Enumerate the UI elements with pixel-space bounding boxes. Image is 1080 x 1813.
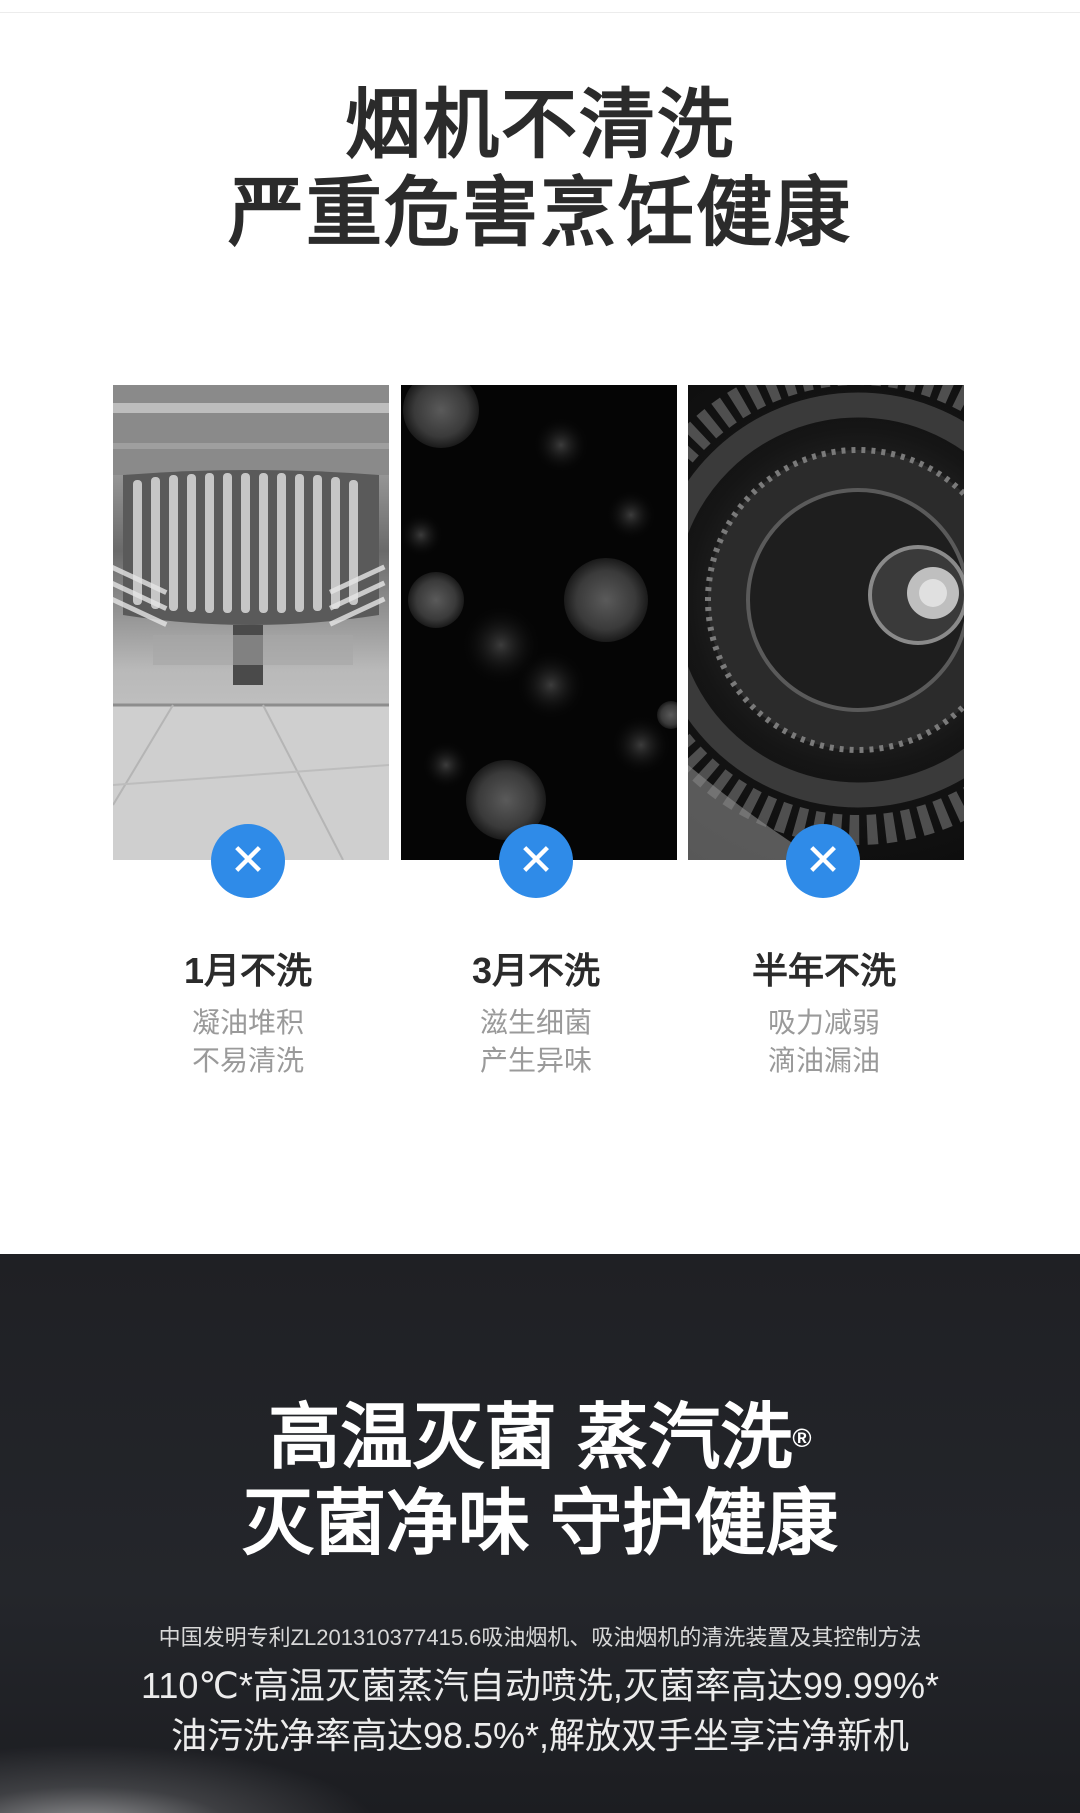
- close-icon: ✕: [211, 824, 285, 898]
- card-desc-line: 不易清洗: [191, 1045, 304, 1076]
- headline-line-1: 烟机不清洗: [345, 83, 735, 168]
- card-3-months: 3月不洗 滋生细菌 产生异味: [386, 948, 686, 1080]
- card-title: 1月不洗: [183, 950, 313, 991]
- feature-title-line-2: 灭菌净味 守护健康: [241, 1484, 838, 1564]
- range-hood-grille-photo: [113, 385, 389, 860]
- card-half-year: 半年不洗 吸力减弱 滴油漏油: [674, 948, 974, 1080]
- card-desc-line: 滴油漏油: [767, 1045, 880, 1076]
- water-splash-graphic: [0, 1744, 380, 1813]
- close-icon: ✕: [499, 824, 573, 898]
- patent-note: 中国发明专利ZL201310377415.6吸油烟机、吸油烟机的清洗装置及其控制…: [158, 1625, 922, 1650]
- card-desc-line: 吸力减弱: [767, 1007, 880, 1038]
- page-headline: 烟机不清洗 严重危害烹饪健康: [0, 82, 1080, 258]
- feature-desc-line-1: 110℃*高温灭菌蒸汽自动喷洗,灭菌率高达99.99%*: [141, 1665, 939, 1706]
- card-desc-line: 滋生细菌: [479, 1007, 592, 1038]
- bacteria-photo: [401, 385, 677, 860]
- card-desc-line: 产生异味: [479, 1045, 592, 1076]
- headline-line-2: 严重危害烹饪健康: [228, 171, 852, 256]
- close-icon: ✕: [786, 824, 860, 898]
- card-1-month: 1月不洗 凝油堆积 不易清洗: [98, 948, 398, 1080]
- steam-wash-feature-section: 高温灭菌 蒸汽洗® 灭菌净味 守护健康 中国发明专利ZL201310377415…: [0, 1254, 1080, 1813]
- feature-title-line-1: 高温灭菌 蒸汽洗®: [268, 1398, 812, 1478]
- greasy-fan-wheel-photo: [688, 385, 964, 860]
- card-title: 3月不洗: [471, 950, 601, 991]
- card-desc-line: 凝油堆积: [191, 1007, 304, 1038]
- card-title: 半年不洗: [751, 950, 896, 991]
- registered-mark: ®: [792, 1423, 812, 1453]
- top-divider: [0, 12, 1080, 13]
